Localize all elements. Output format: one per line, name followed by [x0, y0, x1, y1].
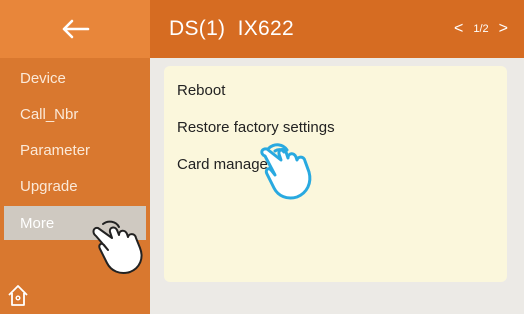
- page-indicator: 1/2: [473, 23, 489, 35]
- sidebar-item-upgrade[interactable]: Upgrade: [0, 168, 150, 204]
- chevron-left-icon[interactable]: <: [454, 21, 463, 37]
- option-card-manager[interactable]: Card manager: [164, 150, 507, 187]
- sidebar-item-device[interactable]: Device: [0, 60, 150, 96]
- option-restore-factory-settings[interactable]: Restore factory settings: [164, 113, 507, 150]
- header-bar: DS(1) IX622 < 1/2 >: [150, 0, 524, 58]
- sidebar-menu: Device Call_Nbr Parameter Upgrade More: [0, 60, 150, 240]
- option-reboot[interactable]: Reboot: [164, 76, 507, 113]
- arrow-left-icon: [62, 19, 90, 39]
- home-icon: [8, 285, 28, 306]
- sidebar-item-more[interactable]: More: [4, 206, 146, 240]
- sidebar: Device Call_Nbr Parameter Upgrade More: [0, 0, 150, 314]
- home-button[interactable]: [6, 283, 30, 307]
- back-button[interactable]: [0, 0, 150, 58]
- options-panel: Reboot Restore factory settings Card man…: [164, 66, 507, 282]
- chevron-right-icon[interactable]: >: [499, 21, 508, 37]
- sidebar-item-parameter[interactable]: Parameter: [0, 132, 150, 168]
- app-screen: Device Call_Nbr Parameter Upgrade More D…: [0, 0, 524, 314]
- pager: < 1/2 >: [454, 21, 508, 37]
- page-title: DS(1) IX622: [169, 17, 294, 40]
- sidebar-item-call-nbr[interactable]: Call_Nbr: [0, 96, 150, 132]
